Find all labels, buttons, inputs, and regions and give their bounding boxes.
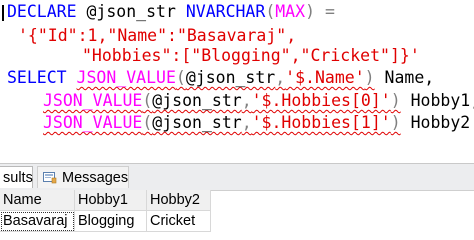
- json-value-call-name: JSON_VALUE(@json_str,'$.Name'): [76, 68, 375, 87]
- code-line-4: SELECT JSON_VALUE(@json_str,'$.Name') Na…: [7, 66, 434, 90]
- code-line-5: JSON_VALUE(@json_str,'$.Hobbies[0]') Hob…: [43, 89, 474, 113]
- json-string-part-1: '{"Id":1,"Name":"Basavaraj",: [18, 26, 297, 45]
- code-line-1: DECLARE @json_str NVARCHAR(MAX) =: [7, 0, 335, 24]
- code-line-6: JSON_VALUE(@json_str,'$.Hobbies[1]') Hob…: [43, 111, 470, 135]
- alias-hobby1: Hobby1,: [410, 91, 474, 110]
- path-hobby2: '$.Hobbies[1]': [251, 113, 391, 132]
- alias-name: Name,: [384, 68, 435, 87]
- column-header-name[interactable]: Name: [0, 190, 75, 211]
- function-json-value: JSON_VALUE: [43, 91, 143, 110]
- type-nvarchar: NVARCHAR: [185, 2, 266, 21]
- column-header-hobby1[interactable]: Hobby1: [75, 190, 147, 211]
- tab-results[interactable]: sults: [0, 166, 33, 188]
- paren-open: (: [265, 2, 276, 21]
- alias-hobby2: Hobby2: [410, 113, 471, 132]
- line-marker: [2, 5, 4, 21]
- cell-hobby2[interactable]: Cricket: [147, 211, 211, 232]
- json-string-part-2: "Hobbies":["Blogging","Cricket"]}': [82, 46, 420, 65]
- json-value-call-hobby1: JSON_VALUE(@json_str,'$.Hobbies[0]'): [43, 91, 401, 110]
- paren-close: ): [305, 2, 315, 21]
- path-hobby1: '$.Hobbies[0]': [251, 91, 391, 110]
- messages-icon: [43, 172, 57, 184]
- function-json-value: JSON_VALUE: [76, 68, 176, 87]
- results-tab-bar: sults Messages: [0, 163, 474, 191]
- cell-name[interactable]: Basavaraj: [0, 211, 75, 232]
- json-value-call-hobby2: JSON_VALUE(@json_str,'$.Hobbies[1]'): [43, 113, 401, 132]
- keyword-select: SELECT: [7, 68, 67, 87]
- path-name: '$.Name': [285, 68, 365, 87]
- results-grid[interactable]: Name Hobby1 Hobby2 Basavaraj Blogging Cr…: [0, 190, 474, 235]
- keyword-max: MAX: [275, 2, 306, 21]
- function-json-value: JSON_VALUE: [43, 113, 143, 132]
- column-header-hobby2[interactable]: Hobby2: [147, 190, 211, 211]
- equals-operator: =: [324, 2, 335, 21]
- variable-json-str: @json_str: [86, 2, 176, 21]
- cell-hobby1[interactable]: Blogging: [75, 211, 147, 232]
- tab-messages-label: Messages: [62, 170, 129, 186]
- tab-messages[interactable]: Messages: [37, 166, 129, 188]
- query-editor[interactable]: DECLARE @json_str NVARCHAR(MAX) = '{"Id"…: [0, 0, 474, 161]
- code-line-3: "Hobbies":["Blogging","Cricket"]}': [82, 44, 420, 68]
- keyword-declare: DECLARE: [7, 2, 77, 21]
